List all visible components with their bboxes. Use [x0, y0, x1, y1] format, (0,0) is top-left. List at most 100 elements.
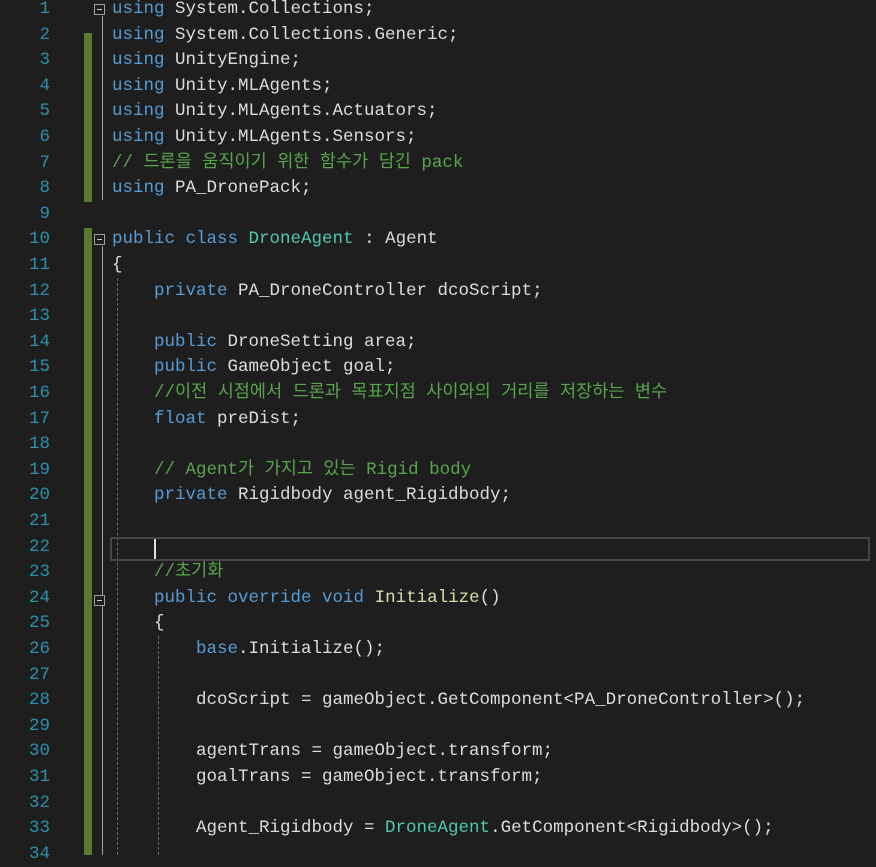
keyword-token: using — [112, 0, 165, 19]
code-line[interactable]: using Unity.MLAgents.Sensors; — [112, 125, 417, 151]
code-line[interactable]: private PA_DroneController dcoScript; — [154, 279, 543, 305]
code-line[interactable]: private Rigidbody agent_Rigidbody; — [154, 483, 511, 509]
code-token: UnityEngine; — [164, 50, 302, 71]
keyword-token: public override void — [154, 587, 365, 608]
line-number: 7 — [39, 152, 50, 173]
keyword-token: public class — [112, 229, 239, 250]
collapse-icon[interactable] — [94, 595, 105, 606]
current-line-highlight — [110, 537, 870, 561]
line-number: 23 — [28, 562, 50, 583]
code-line[interactable]: using Unity.MLAgents.Actuators; — [112, 99, 438, 125]
keyword-token: using — [112, 75, 165, 96]
line-number: 11 — [28, 255, 50, 275]
keyword-token: using — [112, 178, 165, 199]
code-line[interactable]: public override void Initialize() — [154, 586, 501, 612]
code-line[interactable]: using UnityEngine; — [112, 48, 301, 74]
line-number: 17 — [28, 408, 50, 429]
code-line[interactable]: base.Initialize(); — [196, 637, 385, 663]
line-number: 20 — [28, 485, 50, 506]
code-token: { — [154, 613, 165, 634]
code-line[interactable]: public class DroneAgent : Agent — [112, 227, 438, 253]
code-line[interactable]: using System.Collections.Generic; — [112, 23, 459, 49]
comment-token: // Agent가 가지고 있는 Rigid body — [154, 459, 472, 480]
code-token: () — [479, 587, 501, 608]
keyword-token: using — [112, 127, 165, 147]
code-line[interactable]: { — [112, 253, 123, 279]
method-token: Initialize — [374, 587, 480, 608]
comment-token: //이전 시점에서 드론과 목표지점 사이와의 거리를 저장하는 변수 — [154, 383, 668, 403]
line-number: 10 — [28, 229, 50, 250]
code-line[interactable]: // 드론을 움직이기 위한 함수가 담긴 pack — [112, 151, 463, 177]
code-line[interactable]: { — [154, 611, 165, 637]
fold-line — [102, 16, 103, 200]
line-number: 22 — [28, 536, 50, 557]
line-number: 15 — [28, 357, 50, 378]
code-token: System.Collections.Generic; — [164, 24, 459, 45]
code-line[interactable]: float preDist; — [154, 407, 301, 433]
keyword-token: public — [154, 331, 218, 352]
code-token: agentTrans = gameObject.transform; — [196, 741, 554, 762]
code-line[interactable]: using Unity.MLAgents; — [112, 74, 333, 100]
change-bar — [84, 228, 92, 855]
line-number: 34 — [28, 843, 50, 864]
indent-guide — [117, 278, 118, 855]
line-number: 9 — [39, 203, 50, 224]
line-number: 12 — [28, 280, 50, 301]
collapse-icon[interactable] — [94, 234, 105, 245]
line-number: 21 — [28, 511, 50, 531]
code-line[interactable]: goalTrans = gameObject.transform; — [196, 765, 543, 791]
line-number: 14 — [28, 331, 50, 352]
keyword-token: private — [154, 280, 228, 301]
code-token: { — [112, 255, 123, 275]
code-editor[interactable]: 1 using System.Collections; 2 using System.… — [0, 0, 876, 864]
line-number: 4 — [39, 75, 50, 96]
line-number: 27 — [28, 664, 50, 685]
line-number: 25 — [28, 613, 50, 634]
code-line[interactable]: public DroneSetting area; — [154, 330, 417, 356]
line-number: 6 — [39, 127, 50, 147]
keyword-token: public — [154, 357, 218, 378]
code-line[interactable]: Agent_Rigidbody = DroneAgent.GetComponen… — [196, 816, 774, 842]
type-token: DroneAgent — [385, 818, 491, 839]
line-number: 8 — [39, 178, 50, 199]
line-number: 1 — [39, 0, 50, 19]
line-number: 13 — [28, 306, 50, 327]
line-number: 16 — [28, 383, 50, 403]
type-token: DroneAgent — [248, 229, 354, 250]
code-token: GameObject goal; — [217, 357, 396, 378]
indent-guide — [158, 636, 159, 855]
comment-token: // 드론을 움직이기 위한 함수가 담긴 pack — [112, 152, 464, 173]
code-line[interactable]: // Agent가 가지고 있는 Rigid body — [154, 458, 471, 484]
text-caret — [154, 539, 156, 559]
code-line[interactable]: //이전 시점에서 드론과 목표지점 사이와의 거리를 저장하는 변수 — [154, 381, 667, 407]
fold-line — [102, 246, 103, 855]
code-token: DroneSetting area; — [217, 331, 417, 352]
line-number: 33 — [28, 818, 50, 839]
keyword-token: using — [112, 50, 165, 71]
code-line[interactable]: dcoScript = gameObject.GetComponent<PA_D… — [196, 688, 805, 714]
line-number: 3 — [39, 50, 50, 71]
keyword-token: base — [196, 639, 239, 659]
keyword-token: float — [154, 408, 207, 429]
code-token: PA_DronePack; — [164, 178, 312, 199]
code-line[interactable]: using System.Collections; — [112, 0, 375, 23]
code-line[interactable]: //초기화 — [154, 560, 223, 586]
code-token: .Initialize(); — [238, 639, 386, 659]
code-line[interactable]: agentTrans = gameObject.transform; — [196, 739, 553, 765]
code-token: goalTrans = gameObject.transform; — [196, 767, 543, 787]
collapse-icon[interactable] — [94, 4, 105, 15]
change-bar — [84, 33, 92, 202]
code-line[interactable]: using PA_DronePack; — [112, 176, 312, 202]
line-number: 30 — [28, 741, 50, 762]
code-token: dcoScript = gameObject.GetComponent<PA_D… — [196, 690, 806, 711]
code-line[interactable]: public GameObject goal; — [154, 355, 396, 381]
keyword-token: using — [112, 101, 165, 122]
keyword-token: private — [154, 485, 228, 506]
code-token: Unity.MLAgents.Sensors; — [164, 127, 417, 147]
code-token: System.Collections; — [164, 0, 375, 19]
code-token: preDist; — [206, 408, 302, 429]
code-token: Unity.MLAgents; — [164, 75, 333, 96]
line-number: 32 — [28, 792, 50, 813]
line-number: 29 — [28, 715, 50, 736]
line-number: 26 — [28, 639, 50, 659]
